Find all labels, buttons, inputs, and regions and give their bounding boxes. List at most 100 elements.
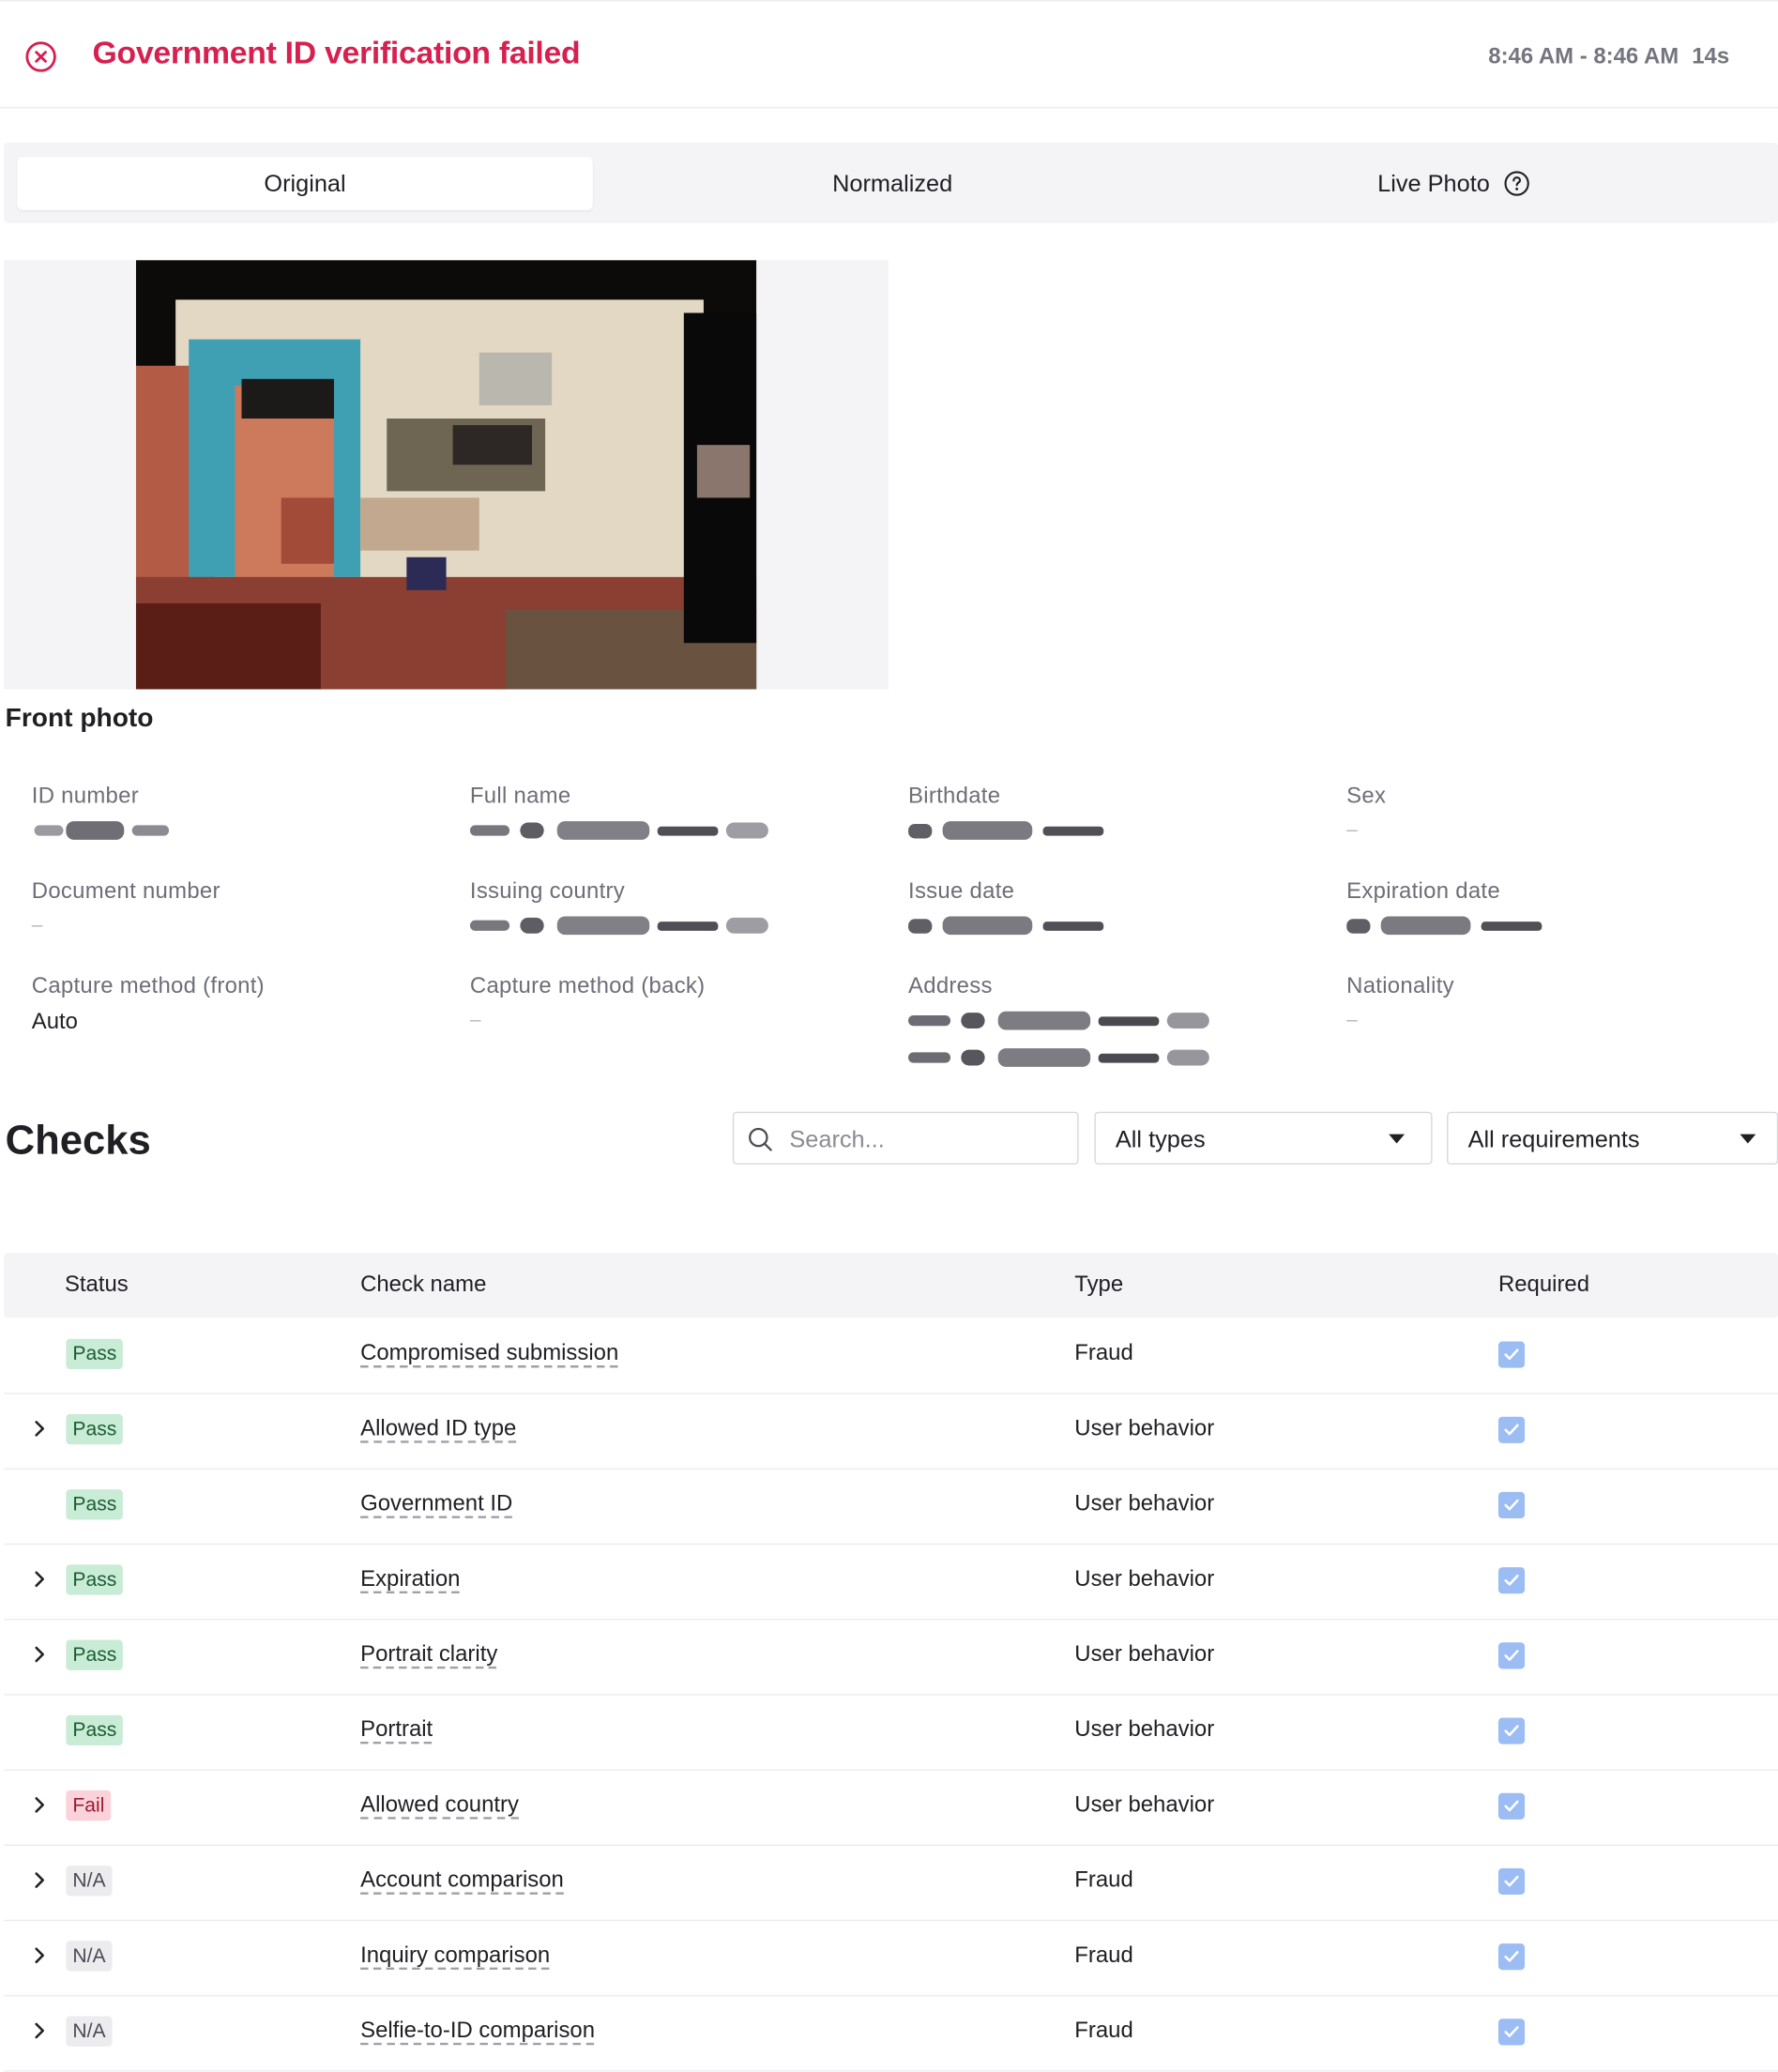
failed-status-icon: [25, 41, 56, 72]
table-row[interactable]: Pass Compromised submission Fraud: [4, 1318, 1778, 1394]
field-document-number: Document number –: [32, 878, 220, 937]
redacted-value: [908, 821, 1104, 840]
field-birthdate: Birthdate: [908, 783, 1106, 844]
required-checkbox[interactable]: [1497, 1943, 1526, 1971]
field-value: –: [31, 913, 43, 937]
column-required[interactable]: Required: [1498, 1272, 1589, 1298]
check-name-link[interactable]: Inquiry comparison: [360, 1942, 550, 1969]
status-badge: Pass: [66, 1489, 124, 1520]
table-row[interactable]: N/A Selfie-to-ID comparison Fraud: [4, 1995, 1778, 2072]
field-id-number: ID number: [32, 783, 177, 844]
tab-live-photo[interactable]: Live Photo: [1165, 157, 1740, 209]
table-row[interactable]: Pass Portrait User behavior: [4, 1694, 1778, 1771]
required-checkbox[interactable]: [1497, 2019, 1526, 2046]
field-address: Address: [908, 973, 1214, 1071]
status-badge: Pass: [66, 1714, 124, 1746]
check-type: Fraud: [1074, 2017, 1133, 2043]
type-filter-select[interactable]: All types: [1094, 1111, 1433, 1165]
status-badge: Pass: [66, 1338, 124, 1370]
chevron-right-icon[interactable]: [30, 1420, 49, 1439]
table-row[interactable]: Pass Expiration User behavior: [4, 1544, 1778, 1621]
check-name-link[interactable]: Expiration: [360, 1566, 460, 1592]
redacted-value: [908, 1011, 1209, 1067]
checkmark-icon: [1504, 1499, 1519, 1511]
tab-original-label: Original: [264, 169, 346, 196]
help-icon[interactable]: [1503, 171, 1529, 197]
chevron-right-icon[interactable]: [30, 1570, 49, 1589]
chevron-right-icon[interactable]: [30, 1796, 49, 1815]
field-label: ID number: [31, 783, 139, 809]
redacted-value: [908, 916, 1104, 936]
tab-normalized[interactable]: Normalized: [604, 157, 1179, 209]
status-badge: Fail: [66, 1790, 112, 1821]
id-front-photo[interactable]: [135, 260, 757, 690]
field-label: Document number: [31, 877, 220, 904]
table-row[interactable]: Pass Allowed ID type User behavior: [4, 1393, 1778, 1470]
check-name-link[interactable]: Portrait: [360, 1716, 433, 1743]
table-row[interactable]: Pass Government ID User behavior: [4, 1469, 1778, 1546]
field-label: Capture method (back): [469, 972, 706, 998]
table-row[interactable]: Pass Portrait clarity User behavior: [4, 1619, 1778, 1696]
check-name-link[interactable]: Allowed ID type: [360, 1415, 516, 1441]
check-type: User behavior: [1074, 1640, 1215, 1667]
check-type: User behavior: [1074, 1415, 1215, 1441]
tab-normalized-label: Normalized: [832, 169, 953, 196]
chevron-right-icon[interactable]: [30, 1871, 49, 1890]
requirement-filter-select[interactable]: All requirements: [1447, 1111, 1778, 1165]
column-status[interactable]: Status: [65, 1272, 129, 1298]
check-name-link[interactable]: Selfie-to-ID comparison: [360, 2018, 595, 2044]
column-type[interactable]: Type: [1074, 1272, 1123, 1298]
field-issuing-country: Issuing country: [469, 877, 774, 939]
chevron-right-icon[interactable]: [30, 2021, 49, 2040]
field-label: Issuing country: [469, 877, 625, 904]
status-badge: Pass: [66, 1639, 124, 1670]
table-row[interactable]: Fail Allowed country User behavior: [4, 1769, 1778, 1846]
check-name-link[interactable]: Portrait clarity: [360, 1641, 497, 1668]
required-checkbox[interactable]: [1497, 1491, 1526, 1519]
check-name-link[interactable]: Account comparison: [360, 1866, 564, 1893]
required-checkbox[interactable]: [1497, 1341, 1526, 1368]
redacted-value: [34, 821, 170, 840]
field-value: –: [1346, 1008, 1358, 1031]
id-photo-container: [4, 260, 889, 690]
checkmark-icon: [1504, 2026, 1519, 2037]
field-label: Address: [908, 972, 993, 998]
table-row[interactable]: N/A Inquiry comparison Fraud: [4, 1920, 1778, 1997]
required-checkbox[interactable]: [1497, 1867, 1526, 1896]
required-checkbox[interactable]: [1497, 1642, 1526, 1669]
chevron-right-icon[interactable]: [30, 1645, 49, 1664]
checkmark-icon: [1504, 1424, 1519, 1436]
check-type: Fraud: [1074, 1340, 1133, 1365]
checks-search[interactable]: [732, 1111, 1079, 1165]
check-type: Fraud: [1074, 1942, 1133, 1968]
check-name-link[interactable]: Government ID: [360, 1491, 512, 1517]
required-checkbox[interactable]: [1497, 1792, 1526, 1820]
field-capture-front: Capture method (front) Auto: [32, 973, 265, 1035]
field-value: Auto: [31, 1008, 78, 1034]
field-label: Expiration date: [1346, 877, 1500, 904]
table-row[interactable]: N/A Account comparison Fraud: [4, 1845, 1778, 1922]
required-checkbox[interactable]: [1497, 1717, 1526, 1744]
verification-panel: Government ID verification failed 8:46 A…: [0, 0, 1778, 2072]
chevron-right-icon[interactable]: [30, 1946, 49, 1965]
required-checkbox[interactable]: [1497, 1567, 1526, 1594]
checkmark-icon: [1504, 1800, 1519, 1812]
status-badge: N/A: [66, 1941, 113, 1972]
redacted-value: [1346, 916, 1542, 936]
field-full-name: Full name: [469, 783, 774, 844]
check-name-link[interactable]: Compromised submission: [360, 1340, 618, 1366]
search-input[interactable]: [786, 1120, 1070, 1158]
tab-live-photo-label: Live Photo: [1377, 169, 1490, 196]
checks-heading: Checks: [5, 1117, 151, 1164]
photo-tabs: Original Normalized Live Photo: [4, 142, 1778, 223]
tab-original[interactable]: Original: [17, 157, 593, 210]
field-label: Birthdate: [908, 783, 1001, 809]
field-label: Full name: [469, 783, 571, 809]
check-name-link[interactable]: Allowed country: [360, 1791, 519, 1818]
redacted-value: [469, 821, 768, 840]
search-icon: [749, 1127, 772, 1151]
check-type: User behavior: [1074, 1565, 1215, 1592]
required-checkbox[interactable]: [1497, 1416, 1526, 1443]
caret-down-icon: [1389, 1134, 1406, 1144]
column-check-name[interactable]: Check name: [360, 1272, 486, 1298]
